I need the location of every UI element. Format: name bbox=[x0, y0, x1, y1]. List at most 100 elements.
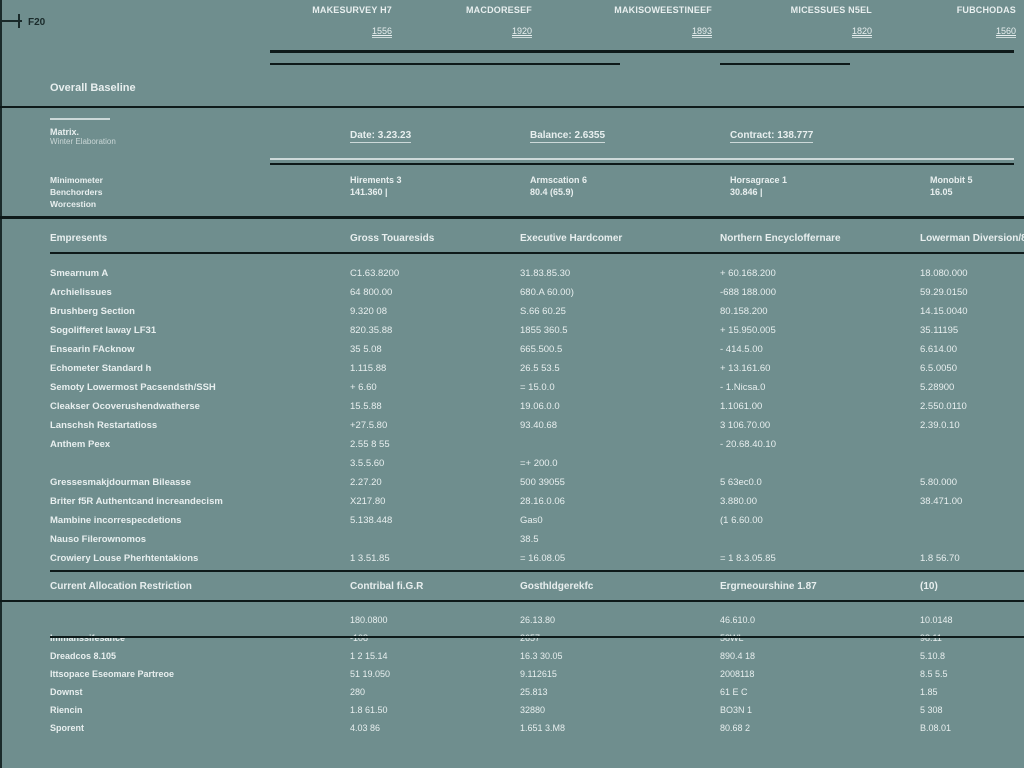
alloc-label: Sporent bbox=[50, 723, 350, 733]
alloc-value: 280 bbox=[350, 687, 520, 697]
summary1-label-sub: Winter Elaboration bbox=[50, 137, 350, 146]
row-value: 15.5.88 bbox=[350, 401, 520, 412]
alloc-label: Ittsopace Eseomare Partreoe bbox=[50, 669, 350, 679]
row-value: 14.15.0040 bbox=[920, 306, 1024, 317]
table-row: Smearnum AC1.63.820031.83.85.30+ 60.168.… bbox=[50, 264, 1014, 282]
mh2: Executive Hardcomer bbox=[520, 233, 720, 244]
mh0: Empresents bbox=[50, 233, 350, 244]
row-value: 35 5.08 bbox=[350, 344, 520, 355]
top-column-headers: MAKESURVEY H71556 MACDORESEF1920 MAKISOW… bbox=[0, 0, 1024, 56]
row-value: 6.5.0050 bbox=[920, 363, 1024, 374]
row-value: -688 188.000 bbox=[720, 287, 920, 298]
row-value: - 20.68.40.10 bbox=[720, 439, 920, 450]
row-value: 1 3.51.85 bbox=[350, 553, 520, 564]
s2-c2-0: Horsagrace 1 bbox=[730, 174, 930, 186]
row-value: - 414.5.00 bbox=[720, 344, 920, 355]
alloc-row: Sporent4.03 861.651 3.M880.68 2B.08.01 bbox=[50, 720, 1014, 736]
row-value: 35.11195 bbox=[920, 325, 1024, 336]
ah1: Contribal fi.G.R bbox=[350, 581, 520, 592]
row-value: =+ 200.0 bbox=[520, 458, 720, 469]
summary2-lab0: Minimometer bbox=[50, 174, 350, 186]
table-row: Anthem Peex2.55 8 55- 20.68.40.10 bbox=[50, 435, 1014, 453]
alloc-value: 61 E C bbox=[720, 687, 920, 697]
table-row: Echometer Standard h1.115.8826.5 53.5+ 1… bbox=[50, 359, 1014, 377]
tophdr-0-sub: 1556 bbox=[372, 26, 392, 38]
row-value: - 1.Nicsa.0 bbox=[720, 382, 920, 393]
s2-c1-0: Armscation 6 bbox=[530, 174, 730, 186]
summary-row-2: Minimometer Benchorders Worcestion Hirem… bbox=[50, 174, 1014, 210]
alloc-value: 9.112615 bbox=[520, 669, 720, 679]
row-label: Briter f5R Authentcand increandecism bbox=[50, 496, 350, 507]
row-value: 5 63ec0.0 bbox=[720, 477, 920, 488]
row-value: 5.138.448 bbox=[350, 515, 520, 526]
row-value: S.66 60.25 bbox=[520, 306, 720, 317]
alloc-value: 2657 bbox=[520, 633, 720, 643]
alloc-row: Immanssifesance-108265758WL98.11 bbox=[50, 630, 1014, 646]
summary-row-1: Matrix. Winter Elaboration Date: 3.23.23… bbox=[50, 126, 1014, 146]
row-value: 18.080.000 bbox=[920, 268, 1024, 279]
row-value: C1.63.8200 bbox=[350, 268, 520, 279]
row-label: Echometer Standard h bbox=[50, 363, 350, 374]
tophdr-1-sub: 1920 bbox=[512, 26, 532, 38]
s2-c2-1: 30.846 | bbox=[730, 186, 930, 198]
row-label: Sogolifferet laway LF31 bbox=[50, 325, 350, 336]
row-label: Archielissues bbox=[50, 287, 350, 298]
alloc-value: 1.651 3.M8 bbox=[520, 723, 720, 733]
row-value: 6.614.00 bbox=[920, 344, 1024, 355]
ah3: Ergrneourshine 1.87 bbox=[720, 581, 920, 592]
alloc-value: 1.8 61.50 bbox=[350, 705, 520, 715]
table-row: Semoty Lowermost Pacsendsth/SSH+ 6.60= 1… bbox=[50, 378, 1014, 396]
row-value: 26.5 53.5 bbox=[520, 363, 720, 374]
row-value: 820.35.88 bbox=[350, 325, 520, 336]
main-table-header: Empresents Gross Touaresids Executive Ha… bbox=[50, 226, 1014, 250]
table-row: Ensearin FAcknow35 5.08665.500.5- 414.5.… bbox=[50, 340, 1014, 358]
row-label: Lanschsh Restartatioss bbox=[50, 420, 350, 431]
row-value: = 16.08.05 bbox=[520, 553, 720, 564]
row-value: + 13.161.60 bbox=[720, 363, 920, 374]
row-value: 680.A 60.00) bbox=[520, 287, 720, 298]
alloc-value: 5.10.8 bbox=[920, 651, 1024, 661]
row-value: 2.27.20 bbox=[350, 477, 520, 488]
row-label: Gressesmakjdourman Bileasse bbox=[50, 477, 350, 488]
row-value: 80.158.200 bbox=[720, 306, 920, 317]
summary1-label-top: Matrix. bbox=[50, 127, 79, 137]
row-value: 38.471.00 bbox=[920, 496, 1024, 507]
alloc-value: B.08.01 bbox=[920, 723, 1024, 733]
table-row: Gressesmakjdourman Bileasse2.27.20500 39… bbox=[50, 473, 1014, 491]
alloc-value: 32880 bbox=[520, 705, 720, 715]
tophdr-0-title: MAKESURVEY H7 bbox=[268, 5, 392, 15]
alloc-label: Riencin bbox=[50, 705, 350, 715]
row-label: Ensearin FAcknow bbox=[50, 344, 350, 355]
row-value: 3.5.5.60 bbox=[350, 458, 520, 469]
ah2: Gosthldgerekfc bbox=[520, 581, 720, 592]
row-value: 3.880.00 bbox=[720, 496, 920, 507]
row-value: Gas0 bbox=[520, 515, 720, 526]
ah4: (10) bbox=[920, 581, 1024, 592]
row-value: 5.80.000 bbox=[920, 477, 1024, 488]
alloc-value: 8.5 5.5 bbox=[920, 669, 1024, 679]
s2-c1-1: 80.4 (65.9) bbox=[530, 186, 730, 198]
summary2-lab2: Worcestion bbox=[50, 198, 350, 210]
row-value: 2.39.0.10 bbox=[920, 420, 1024, 431]
row-label: Nauso Filerownomos bbox=[50, 534, 350, 545]
row-value: 1.8 56.70 bbox=[920, 553, 1024, 564]
alloc-value: BO3N 1 bbox=[720, 705, 920, 715]
alloc-value: 16.3 30.05 bbox=[520, 651, 720, 661]
table-row: Crowiery Louse Pherhtentakions1 3.51.85=… bbox=[50, 549, 1014, 567]
alloc-value: 51 19.050 bbox=[350, 669, 520, 679]
row-value: 665.500.5 bbox=[520, 344, 720, 355]
table-row: Brushberg Section9.320 08S.66 60.2580.15… bbox=[50, 302, 1014, 320]
alloc-value: 180.0800 bbox=[350, 615, 520, 625]
s2-c0-1: 141.360 | bbox=[350, 186, 530, 198]
table-row: Lanschsh Restartatioss+27.5.8093.40.683 … bbox=[50, 416, 1014, 434]
alloc-label: Dreadcos 8.105 bbox=[50, 651, 350, 661]
row-value: + 15.950.005 bbox=[720, 325, 920, 336]
row-value: 19.06.0.0 bbox=[520, 401, 720, 412]
row-value: +27.5.80 bbox=[350, 420, 520, 431]
alloc-value: 98.11 bbox=[920, 633, 1024, 643]
alloc-value: 58WL bbox=[720, 633, 920, 643]
alloc-row: Downst28025.81361 E C1.85 bbox=[50, 684, 1014, 700]
alloc-row: Ittsopace Eseomare Partreoe51 19.0509.11… bbox=[50, 666, 1014, 682]
alloc-value: -108 bbox=[350, 633, 520, 643]
alloc-value: 1 2 15.14 bbox=[350, 651, 520, 661]
